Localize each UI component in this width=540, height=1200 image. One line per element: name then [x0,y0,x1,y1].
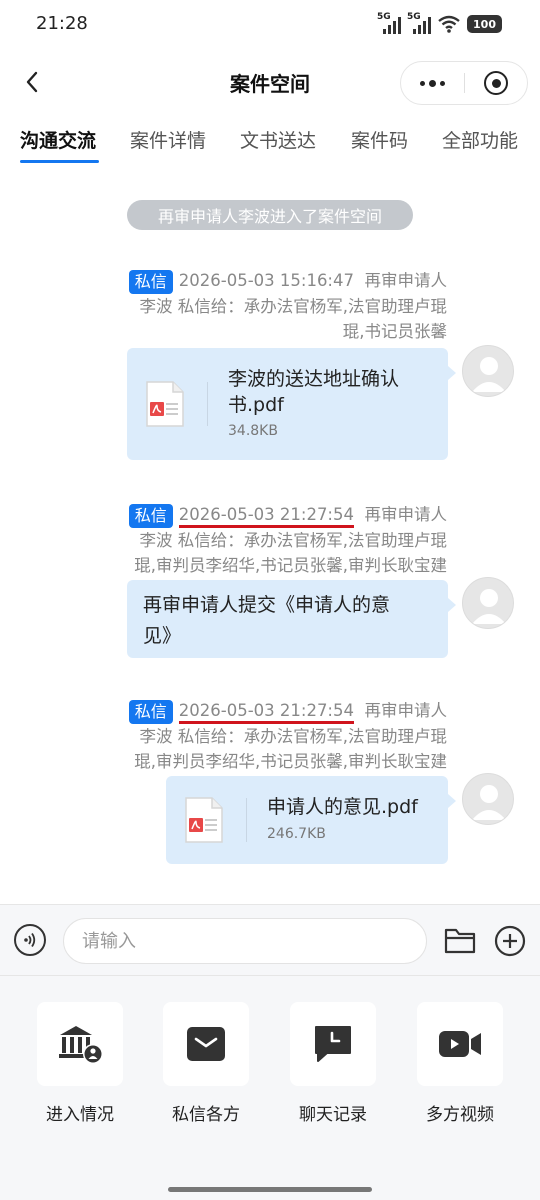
avatar[interactable] [462,773,514,825]
pdf-file-icon [146,381,184,427]
more-dots-icon [420,80,425,86]
miniprogram-capsule [400,61,528,105]
recipients-line: 琨,书记员张馨 [342,321,447,341]
file-name: 申请人的意见.pdf [267,796,418,818]
message-text: 再审申请人提交《申请人的意 [143,594,391,616]
system-notice: 再审申请人李波进入了案件空间 [127,200,413,230]
tab-bar: 沟通交流 案件详情 文书送达 案件码 全部功能 [0,116,540,168]
default-user-icon [472,589,506,624]
action-label: 多方视频 [426,1105,494,1125]
tab-case-code[interactable]: 案件码 [351,126,408,153]
status-time: 21:28 [36,13,88,34]
avatar[interactable] [462,345,514,397]
wifi-icon [438,15,460,33]
action-entry-status[interactable]: 进入情况 [36,1002,124,1125]
sender-line: 李波 私信给：承办法官杨军,法官助理卢琨 [139,296,448,316]
file-size: 34.8KB [228,423,278,439]
recipients-line: 琨,审判员李绍华,书记员张馨,审判长耿宝建 [134,752,447,771]
home-indicator[interactable] [168,1187,372,1192]
message-timestamp: 2026-05-03 15:16:47 [178,271,354,290]
default-user-icon [472,785,506,820]
action-multi-party-video[interactable]: 多方视频 [416,1002,504,1125]
sender-role: 再审申请人 [364,505,448,524]
voice-input-button[interactable] [14,924,46,956]
active-tab-indicator [20,160,99,163]
add-button[interactable] [494,925,526,957]
folder-icon [444,928,476,954]
action-label: 进入情况 [46,1105,114,1125]
video-camera-icon [439,1031,481,1057]
message-timestamp: 2026-05-03 21:27:54 [178,504,354,528]
message-input[interactable] [63,918,427,964]
more-button[interactable] [401,62,464,104]
action-tile[interactable] [417,1002,503,1086]
file-separator [246,798,247,842]
action-chat-history[interactable]: 聊天记录 [289,1002,377,1125]
message-input-bar [0,904,540,976]
battery-icon: 100 [467,15,502,33]
close-miniprogram-button[interactable] [465,62,527,104]
file-name: 李波的送达地址确认 书.pdf [228,368,400,416]
private-message-tag: 私信 [128,503,173,528]
message-text: 见》 [143,625,182,647]
action-tile[interactable] [163,1002,249,1086]
action-panel: 进入情况 私信各方 聊天记录 多方视频 [0,976,540,1200]
header: 案件空间 [0,52,540,112]
plus-circle-icon [494,925,526,957]
file-message-bubble[interactable]: 李波的送达地址确认 书.pdf 34.8KB [127,348,456,460]
target-icon [484,71,508,95]
message-meta: 私信 2026-05-03 21:27:54 再审申请人 李波 私信给：承办法官杨… [128,698,448,774]
status-icons: 5G 5G 100 [377,12,502,36]
back-arrow-icon [26,71,38,93]
file-separator [207,382,208,426]
action-message-parties[interactable]: 私信各方 [162,1002,250,1125]
tab-communication[interactable]: 沟通交流 [20,126,96,153]
pdf-file-icon [185,797,223,843]
back-button[interactable] [14,64,50,100]
tab-case-details[interactable]: 案件详情 [130,126,206,153]
voice-icon [24,932,36,948]
default-user-icon [472,357,506,392]
chat-clock-icon [315,1026,351,1062]
private-message-tag: 私信 [128,699,173,724]
folder-button[interactable] [444,925,476,955]
action-tile[interactable] [37,1002,123,1086]
action-label: 聊天记录 [299,1105,367,1125]
avatar[interactable] [462,577,514,629]
signal-icon: 5G [377,12,402,34]
court-user-icon [59,1026,103,1064]
envelope-icon [187,1027,225,1061]
sender-role: 再审申请人 [364,701,448,720]
message-meta: 私信 2026-05-03 21:27:54 再审申请人 李波 私信给：承办法官杨… [128,502,448,578]
sender-line: 李波 私信给：承办法官杨军,法官助理卢琨 [139,727,448,746]
action-tile[interactable] [290,1002,376,1086]
status-bar: 21:28 5G 5G 100 [0,0,540,48]
file-message-bubble[interactable]: 申请人的意见.pdf 246.7KB [166,776,456,864]
private-message-tag: 私信 [128,269,173,294]
file-size: 246.7KB [267,826,326,842]
sender-line: 李波 私信给：承办法官杨军,法官助理卢琨 [139,531,448,550]
recipients-line: 琨,审判员李绍华,书记员张馨,审判长耿宝建 [134,556,447,575]
text-message-bubble[interactable]: 再审申请人提交《申请人的意 见》 [127,580,456,658]
sender-role: 再审申请人 [364,271,448,290]
action-label: 私信各方 [172,1105,240,1125]
tab-document-delivery[interactable]: 文书送达 [240,126,316,153]
signal-icon: 5G [407,12,432,34]
tab-all-functions[interactable]: 全部功能 [442,126,518,153]
message-timestamp: 2026-05-03 21:27:54 [178,700,354,724]
message-meta: 私信 2026-05-03 15:16:47 再审申请人 李波 私信给：承办法官杨… [128,268,448,344]
